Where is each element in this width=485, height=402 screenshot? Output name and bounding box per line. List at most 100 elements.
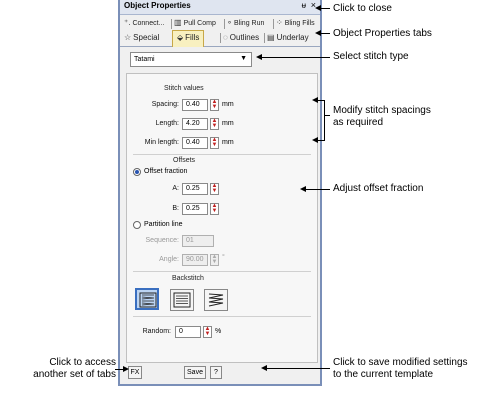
min-length-label: Min length: — [144, 139, 179, 146]
offset-fraction-radio[interactable] — [133, 168, 141, 176]
underlay-icon: ▤ — [267, 33, 275, 42]
callout-spacings-line2: as required — [333, 117, 384, 128]
tab-label: Fills — [185, 33, 200, 42]
random-unit: % — [215, 328, 222, 335]
backstitch-diagonal-icon — [208, 293, 224, 307]
callout-line — [261, 57, 330, 58]
angle-input[interactable]: 90.00 — [182, 254, 208, 266]
callout-arrow — [256, 54, 262, 60]
divider — [133, 271, 311, 272]
callout-save: Click to save modified settings to the c… — [333, 357, 468, 381]
tab-special[interactable]: ☆ Special — [124, 33, 159, 42]
bling-run-icon: ∘ — [227, 18, 233, 27]
tab-row-primary: ☆ Special ⬙ Fills ◌ Outlines ▤ Underlay — [120, 30, 320, 47]
offset-a-input[interactable]: 0.25 — [182, 183, 208, 195]
offset-a-spinner[interactable]: ▲ ▼ — [210, 183, 219, 195]
min-length-input[interactable]: 0.40 — [182, 137, 208, 149]
stitch-values-heading: Stitch values — [164, 85, 204, 92]
callout-line — [266, 368, 330, 369]
tab-outlines[interactable]: ◌ Outlines — [223, 33, 259, 42]
partition-line-radio[interactable] — [133, 221, 141, 229]
tab-pull-comp[interactable]: ▥ Pull Comp — [174, 18, 216, 27]
min-length-spinner[interactable]: ▲ ▼ — [210, 137, 219, 149]
callout-line — [324, 115, 330, 116]
tab-fills[interactable]: ⬙ Fills — [172, 30, 205, 47]
backstitch-option-2-button[interactable] — [170, 289, 194, 311]
save-button[interactable]: Save — [184, 366, 206, 379]
tab-connectors[interactable]: ⁺. Connect... — [124, 18, 164, 27]
fills-icon: ⬙ — [177, 33, 184, 42]
outlines-icon: ◌ — [223, 33, 228, 42]
tab-label: Outlines — [229, 33, 260, 42]
callout-line — [305, 189, 330, 190]
stitch-type-select[interactable]: Tatami ▼ — [130, 52, 252, 67]
callout-fx-line1: Click to access — [49, 357, 116, 368]
help-button[interactable]: ? — [210, 366, 222, 379]
angle-unit: ° — [222, 254, 225, 261]
stitch-type-value: Tatami — [134, 56, 155, 63]
tab-separator — [273, 19, 274, 29]
callout-arrow — [312, 97, 318, 103]
spacing-label: Spacing: — [151, 101, 179, 108]
spacing-spinner[interactable]: ▲ ▼ — [210, 99, 219, 111]
callout-close: Click to close — [333, 3, 392, 14]
offset-b-label: B: — [172, 205, 179, 212]
callout-stitch-type: Select stitch type — [333, 51, 409, 62]
angle-label: Angle: — [159, 256, 179, 263]
random-input[interactable]: 0 — [175, 326, 201, 338]
chevron-down-icon: ▼ — [240, 55, 247, 62]
panel-title: Object Properties — [124, 1, 191, 10]
callout-fx-line2: another set of tabs — [33, 369, 116, 380]
spacing-unit: mm — [222, 101, 234, 108]
divider — [133, 154, 311, 155]
callout-arrow — [315, 5, 321, 11]
callout-arrow — [261, 365, 267, 371]
tab-label: Special — [133, 33, 160, 42]
tab-label: Underlay — [276, 33, 309, 42]
fills-content-area: Stitch values Spacing: 0.40 ▲ ▼ mm Length… — [126, 73, 318, 363]
panel-footer: FX Save ? — [120, 363, 320, 383]
tab-separator — [171, 19, 172, 29]
connect-icon: ⁺. — [124, 18, 131, 27]
callout-arrow — [312, 137, 318, 143]
callout-bracket — [324, 100, 325, 140]
offset-b-spinner[interactable]: ▲ ▼ — [210, 203, 219, 215]
backstitch-option-3-button[interactable] — [204, 289, 228, 311]
tab-label: Bling Run — [234, 20, 265, 27]
divider — [133, 316, 311, 317]
pin-icon[interactable]: ᵾ — [302, 1, 306, 10]
offset-fraction-label: Offset fraction — [144, 168, 188, 175]
backstitch-option-1-button[interactable] — [135, 288, 159, 310]
offset-b-input[interactable]: 0.25 — [182, 203, 208, 215]
angle-spinner[interactable]: ▲ ▼ — [210, 254, 219, 266]
backstitch-zigzag-icon — [139, 292, 157, 308]
pull-comp-icon: ▥ — [174, 18, 182, 27]
callout-offset: Adjust offset fraction — [333, 183, 424, 194]
offset-a-label: A: — [172, 185, 179, 192]
tab-label: Connect... — [132, 20, 165, 27]
length-label: Length: — [155, 120, 179, 127]
tab-row-secondary: ⁺. Connect... ▥ Pull Comp ∘ Bling Run ⁘ Blin… — [120, 17, 320, 31]
length-spinner[interactable]: ▲ ▼ — [210, 118, 219, 130]
tab-underlay[interactable]: ▤ Underlay — [267, 33, 309, 42]
special-icon: ☆ — [124, 33, 132, 42]
callout-arrow — [315, 30, 321, 36]
partition-line-label: Partition line — [144, 221, 183, 228]
sequence-label: Sequence: — [145, 237, 179, 244]
random-spinner[interactable]: ▲ ▼ — [203, 326, 212, 338]
fx-button[interactable]: FX — [128, 366, 142, 379]
tab-bling-fills[interactable]: ⁘ Bling Fills — [276, 18, 315, 27]
callout-save-line2: to the current template — [333, 369, 434, 380]
bling-fills-icon: ⁘ — [276, 18, 283, 27]
panel-titlebar: Object Properties ᵾ × — [120, 0, 320, 15]
callout-tabs: Object Properties tabs — [333, 28, 432, 39]
callout-arrow — [123, 366, 129, 372]
callout-fx: Click to access another set of tabs — [20, 357, 116, 381]
length-input[interactable]: 4.20 — [182, 118, 208, 130]
callout-arrow — [300, 186, 306, 192]
min-length-unit: mm — [222, 139, 234, 146]
spacing-input[interactable]: 0.40 — [182, 99, 208, 111]
sequence-input[interactable]: 01 — [182, 235, 214, 247]
tab-separator — [264, 33, 265, 43]
tab-bling-run[interactable]: ∘ Bling Run — [227, 18, 264, 27]
